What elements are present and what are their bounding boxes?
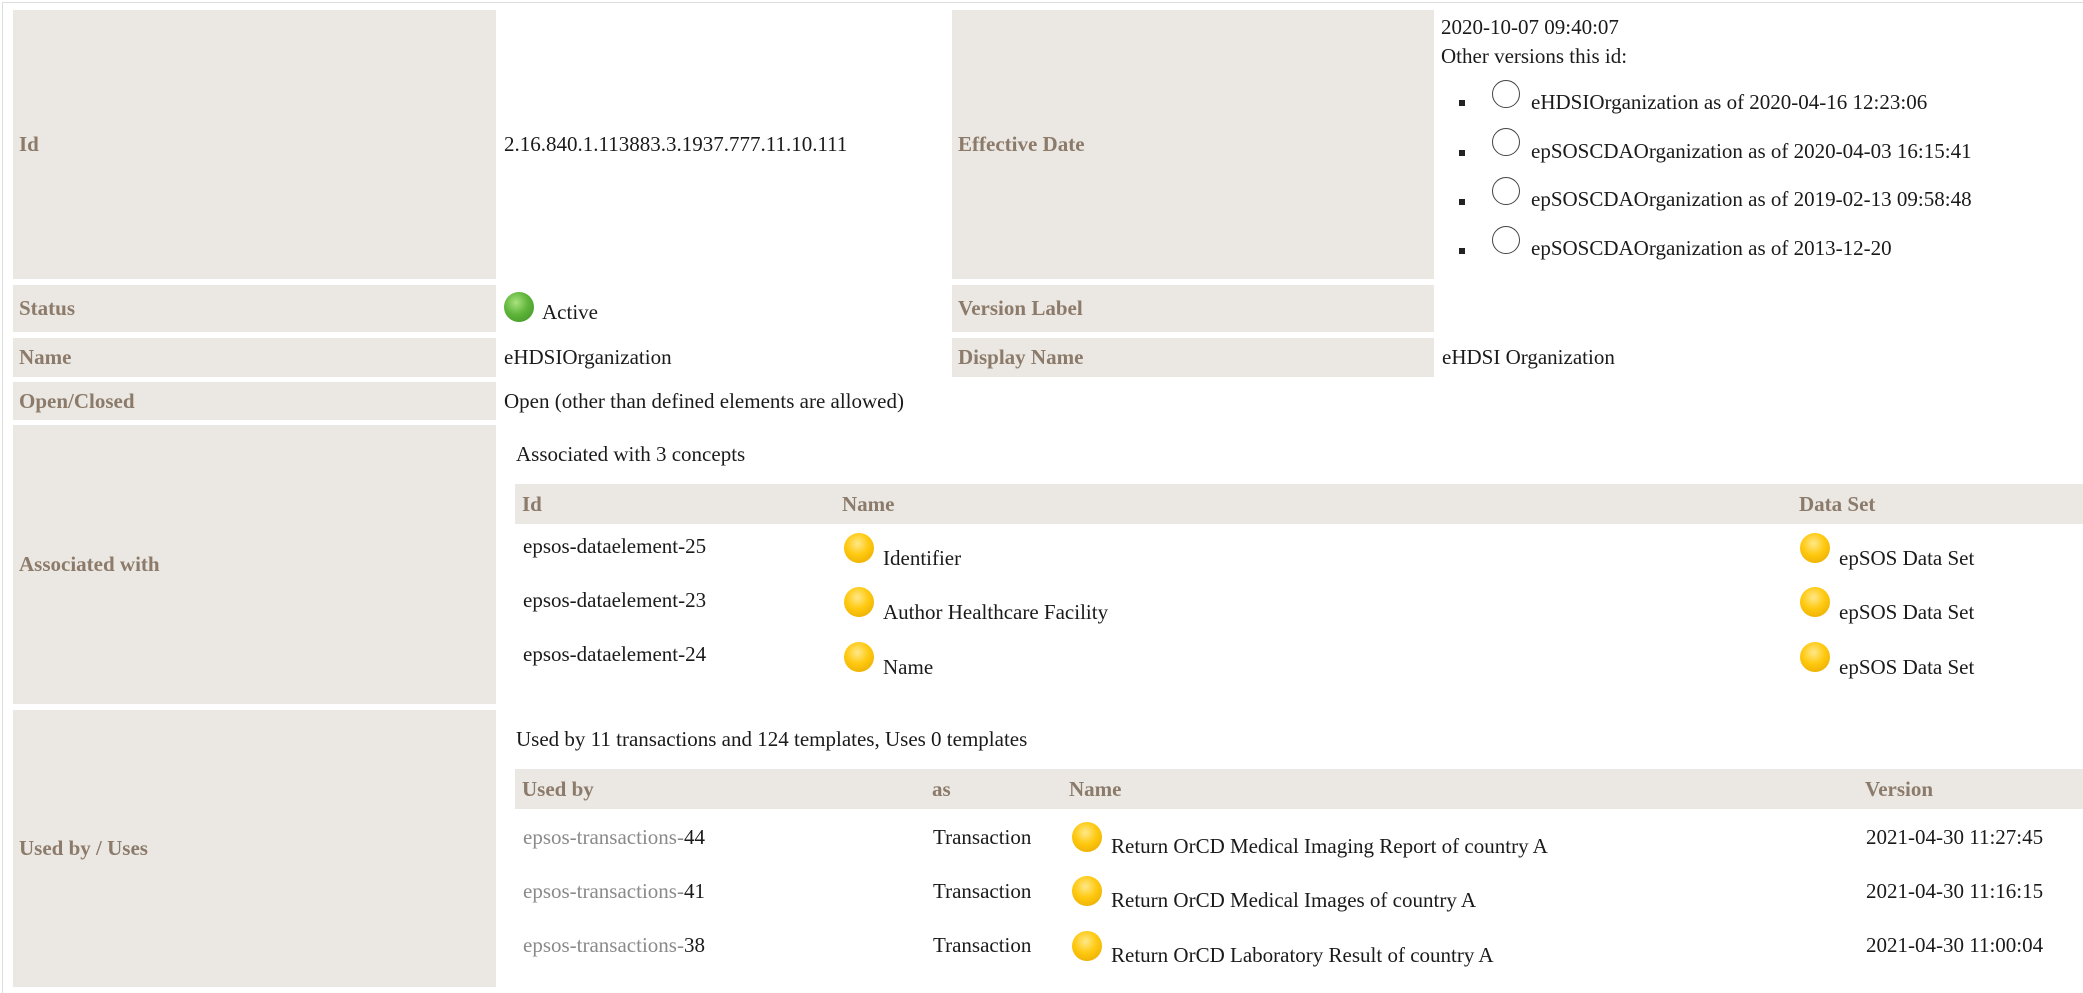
usedby-row-1-ref[interactable]: epsos-transactions-44	[523, 825, 705, 850]
open-closed-value: Open (other than defined elements are al…	[504, 388, 904, 413]
used-by-panel: Used by 11 transactions and 124 template…	[496, 710, 2083, 987]
id-label: Id	[13, 10, 496, 279]
assoc-row-1-dataset[interactable]: epSOS Data Set	[1839, 546, 1974, 571]
assoc-row-2-dataset[interactable]: epSOS Data Set	[1839, 600, 1974, 625]
effective-date-value: 2020-10-07 09:40:07	[1441, 15, 1619, 39]
effective-date-panel: 2020-10-07 09:40:07 Other versions this …	[1434, 10, 2083, 279]
assoc-row-3-dataset[interactable]: epSOS Data Set	[1839, 655, 1974, 680]
version-label-value	[1434, 285, 2083, 332]
version-radio-3[interactable]	[1492, 177, 1520, 205]
concept-icon	[844, 533, 874, 563]
usedby-row-2-as: Transaction	[933, 879, 1032, 903]
status-active-icon	[504, 291, 534, 322]
bullet-icon	[1459, 150, 1465, 156]
assoc-row-1-name[interactable]: Identifier	[883, 546, 961, 571]
dataset-icon	[1800, 533, 1830, 563]
version-item-4[interactable]: epSOSCDAOrganization as of 2013-12-20	[1531, 236, 1892, 261]
transaction-icon	[1072, 822, 1102, 852]
assoc-row-1-id: epsos-dataelement-25	[523, 534, 707, 558]
id-value: 2.16.840.1.113883.3.1937.777.11.10.111	[504, 132, 848, 156]
usedby-row-3-name[interactable]: Return OrCD Laboratory Result of country…	[1111, 943, 1494, 968]
used-by-summary: Used by 11 transactions and 124 template…	[516, 727, 1028, 751]
associated-with-label: Associated with	[13, 425, 496, 704]
name-value: eHDSIOrganization	[504, 345, 672, 369]
assoc-header-id: Id	[515, 484, 835, 524]
status-text: Active	[542, 300, 598, 324]
usedby-row-3-version: 2021-04-30 11:00:04	[1866, 933, 2044, 957]
bullet-icon	[1459, 248, 1465, 254]
usedby-row-1-as: Transaction	[933, 825, 1032, 849]
transaction-icon	[1072, 876, 1102, 906]
dataset-icon	[1800, 642, 1830, 672]
dataset-icon	[1800, 587, 1830, 617]
bullet-icon	[1459, 100, 1465, 106]
usedby-header-version: Version	[1858, 769, 2083, 809]
assoc-row-2-id: epsos-dataelement-23	[523, 588, 707, 612]
status-label: Status	[13, 285, 496, 332]
other-versions-label: Other versions this id:	[1441, 44, 1628, 68]
status-value: Active	[496, 285, 950, 332]
usedby-header-as: as	[925, 769, 1062, 809]
assoc-row-2-name[interactable]: Author Healthcare Facility	[883, 600, 1108, 625]
assoc-header-dataset: Data Set	[1792, 484, 2083, 524]
usedby-row-2-ref[interactable]: epsos-transactions-41	[523, 879, 705, 904]
version-item-3[interactable]: epSOSCDAOrganization as of 2019-02-13 09…	[1531, 187, 1972, 212]
open-closed-label: Open/Closed	[13, 382, 496, 420]
bullet-icon	[1459, 199, 1465, 205]
usedby-row-2-version: 2021-04-30 11:16:15	[1866, 879, 2044, 903]
associated-panel: Associated with 3 concepts Id Name Data …	[496, 425, 2083, 704]
associated-summary: Associated with 3 concepts	[516, 442, 746, 466]
usedby-row-1-name[interactable]: Return OrCD Medical Imaging Report of co…	[1111, 834, 1548, 859]
assoc-header-name: Name	[835, 484, 1792, 524]
assoc-row-3-id: epsos-dataelement-24	[523, 642, 707, 666]
version-item-1[interactable]: eHDSIOrganization as of 2020-04-16 12:23…	[1531, 90, 1927, 115]
concept-icon	[844, 642, 874, 672]
usedby-row-2-name[interactable]: Return OrCD Medical Images of country A	[1111, 888, 1476, 913]
version-item-2[interactable]: epSOSCDAOrganization as of 2020-04-03 16…	[1531, 139, 1972, 164]
version-radio-4[interactable]	[1492, 226, 1520, 254]
version-radio-1[interactable]	[1492, 80, 1520, 108]
name-label: Name	[13, 338, 496, 377]
display-name-label: Display Name	[952, 338, 1434, 377]
usedby-row-1-version: 2021-04-30 11:27:45	[1866, 825, 2044, 849]
concept-icon	[844, 587, 874, 617]
version-label-label: Version Label	[952, 285, 1434, 332]
usedby-header-usedby: Used by	[515, 769, 925, 809]
usedby-row-3-ref[interactable]: epsos-transactions-38	[523, 933, 705, 958]
used-by-label: Used by / Uses	[13, 710, 496, 987]
version-radio-2[interactable]	[1492, 128, 1520, 156]
display-name-value: eHDSI Organization	[1442, 345, 1615, 369]
usedby-header-name: Name	[1062, 769, 1858, 809]
assoc-row-3-name[interactable]: Name	[883, 655, 933, 680]
effective-date-label: Effective Date	[952, 10, 1434, 279]
usedby-row-3-as: Transaction	[933, 933, 1032, 957]
transaction-icon	[1072, 931, 1102, 961]
